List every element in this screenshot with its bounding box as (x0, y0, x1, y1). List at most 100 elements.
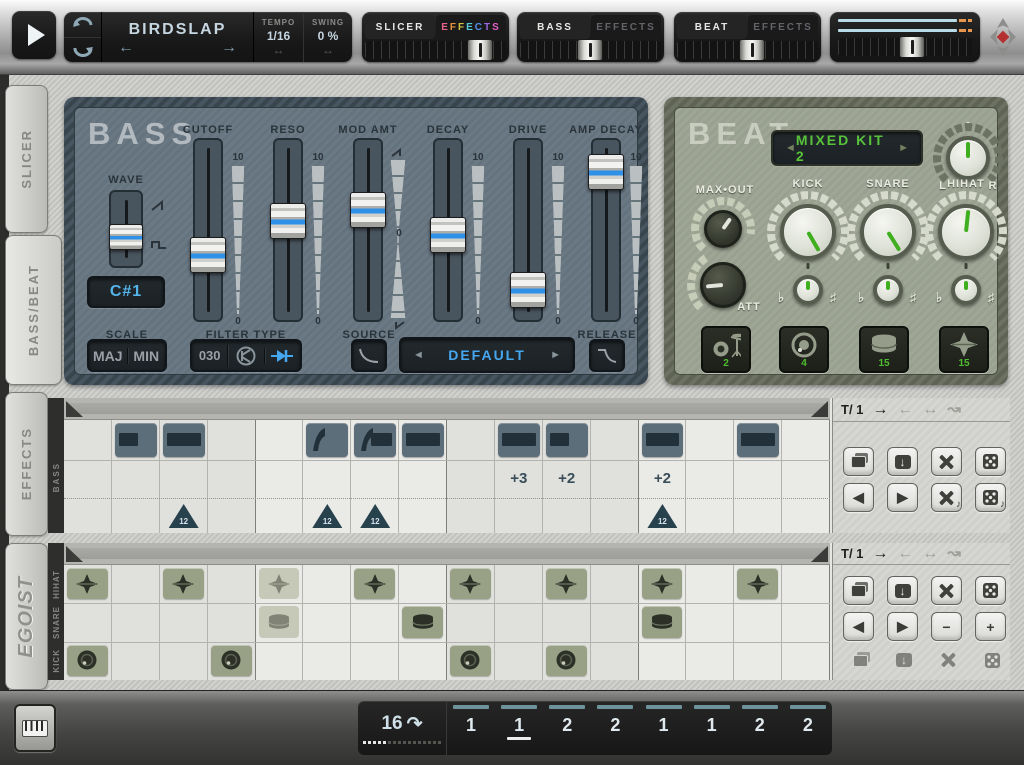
clear-button[interactable] (931, 447, 962, 476)
step-column-14[interactable] (686, 565, 734, 680)
next-button[interactable]: ▶ (887, 483, 918, 512)
pad-kick[interactable]: 4 (779, 326, 829, 373)
hihat-step-11[interactable] (546, 568, 587, 599)
hihat-step-15[interactable] (737, 568, 778, 599)
kit-prev-icon[interactable]: ◄ (785, 142, 796, 154)
wave-slider[interactable] (109, 190, 143, 268)
dice-button[interactable] (975, 447, 1006, 476)
minus-button[interactable]: − (931, 612, 962, 641)
pattern-length-control[interactable]: 16↷ (358, 701, 447, 755)
mirror-icon[interactable]: ↔ (922, 402, 938, 418)
source-button[interactable] (351, 339, 387, 372)
lfo-preset-dropdown[interactable]: ◄DEFAULT► (399, 337, 575, 373)
transistor-filter-button[interactable] (227, 345, 263, 367)
shift-left-icon[interactable]: ← (897, 402, 913, 418)
hihat-step-1[interactable] (67, 568, 108, 599)
dropdown-next-icon[interactable]: ► (550, 349, 561, 361)
swing-control[interactable]: SWING 0 % ↔ (303, 12, 352, 62)
song-slot-8[interactable]: 2 (784, 701, 832, 755)
step-column-10[interactable] (495, 565, 543, 680)
kick-step-1[interactable] (67, 645, 108, 676)
egoist-logo-tab[interactable]: EGOIST (5, 543, 48, 690)
snare-step-5[interactable] (259, 606, 300, 637)
shift-right-icon[interactable]: → (872, 402, 888, 418)
tab-bass[interactable]: BASS (520, 15, 590, 39)
tab-slicer-effects[interactable]: EFFECTS (436, 15, 506, 39)
sidebar-tab-effects[interactable]: EFFECTS (5, 392, 48, 536)
maj-button[interactable]: MAJ (89, 348, 127, 364)
undo-button[interactable] (64, 12, 101, 37)
step-column-12[interactable] (591, 420, 639, 533)
release-button[interactable] (589, 339, 625, 372)
song-slot-4[interactable]: 2 (591, 701, 639, 755)
pad-hihat[interactable]: 15 (939, 326, 989, 373)
beat-knob-snare[interactable] (860, 204, 916, 260)
song-slot-5[interactable]: 1 (640, 701, 688, 755)
step-column-9[interactable] (447, 420, 495, 533)
tune-knob-2[interactable] (951, 275, 981, 305)
song-slot-2[interactable]: 1 (495, 701, 543, 755)
timeline-bar[interactable] (64, 398, 830, 420)
bass-slider-reso[interactable] (273, 138, 303, 322)
hihat-step-7[interactable] (354, 568, 395, 599)
shift-right-icon[interactable]: → (872, 546, 888, 562)
tab-beat[interactable]: BEAT (677, 15, 747, 39)
diode-filter-button[interactable] (264, 348, 300, 364)
tab-bass-effects[interactable]: EFFECTS (591, 15, 661, 39)
paste-button[interactable]: ↓ (887, 576, 918, 605)
maxout-knob[interactable] (704, 210, 742, 248)
timeline-bar[interactable] (64, 543, 830, 565)
bass-note-step-11[interactable] (546, 423, 588, 457)
step-column-6[interactable] (303, 565, 351, 680)
bass-note-step-2[interactable] (115, 423, 157, 457)
hihat-step-3[interactable] (163, 568, 204, 599)
clear-button[interactable] (931, 576, 962, 605)
sidebar-tab-slicer[interactable]: SLICER (5, 85, 48, 233)
shift-left-icon[interactable]: ← (897, 546, 913, 562)
time-division-label[interactable]: T/ 1 (841, 546, 863, 561)
slider-handle[interactable] (588, 154, 624, 190)
prev-button[interactable]: ◀ (843, 612, 874, 641)
step-column-1[interactable] (64, 420, 112, 533)
song-slot-6[interactable]: 1 (688, 701, 736, 755)
kick-step-4[interactable] (211, 645, 252, 676)
dice-note-button[interactable]: ♪ (975, 483, 1006, 512)
bass-note-step-10[interactable] (498, 423, 540, 457)
slider-handle[interactable] (510, 272, 546, 308)
step-column-4[interactable] (208, 420, 256, 533)
time-division-label[interactable]: T/ 1 (841, 402, 863, 417)
slider-handle[interactable] (430, 217, 466, 253)
step-column-16[interactable] (782, 565, 830, 680)
prev-button[interactable]: ◀ (843, 483, 874, 512)
bass-note-step-8[interactable] (402, 423, 444, 457)
slider-handle[interactable] (739, 39, 765, 61)
bass-note-step-3[interactable] (163, 423, 205, 457)
hihat-step-13[interactable] (642, 568, 683, 599)
key-display[interactable]: C#1 (87, 276, 165, 308)
kit-dropdown[interactable]: ◄MIXED KIT 2► (771, 130, 923, 166)
bass-note-step-6[interactable] (306, 423, 348, 457)
humanize-icon[interactable]: ↝ (947, 546, 960, 562)
step-column-2[interactable] (112, 565, 160, 680)
bass-slider-cutoff[interactable] (193, 138, 223, 322)
tune-knob-1[interactable] (873, 275, 903, 305)
bass-note-step-13[interactable] (642, 423, 684, 457)
bass-slider-mod-amt[interactable] (353, 138, 383, 322)
bass-note-step-15[interactable] (737, 423, 779, 457)
slicer-mix-slider[interactable] (365, 41, 506, 59)
wave-slider-handle[interactable] (109, 224, 143, 250)
snare-step-13[interactable] (642, 606, 683, 637)
dropdown-prev-icon[interactable]: ◄ (413, 349, 424, 361)
copy-button[interactable] (843, 576, 874, 605)
snare-step-8[interactable] (402, 606, 443, 637)
hihat-step-5[interactable] (259, 568, 300, 599)
copy-button[interactable] (843, 447, 874, 476)
slider-handle[interactable] (577, 39, 603, 61)
pan-knob[interactable] (946, 136, 990, 180)
play-button[interactable] (12, 11, 56, 59)
slider-handle[interactable] (899, 36, 925, 58)
filter-number[interactable]: 030 (192, 348, 227, 363)
keyboard-button[interactable] (14, 704, 56, 752)
slider-handle[interactable] (190, 237, 226, 273)
tab-beat-effects[interactable]: EFFECTS (748, 15, 818, 39)
